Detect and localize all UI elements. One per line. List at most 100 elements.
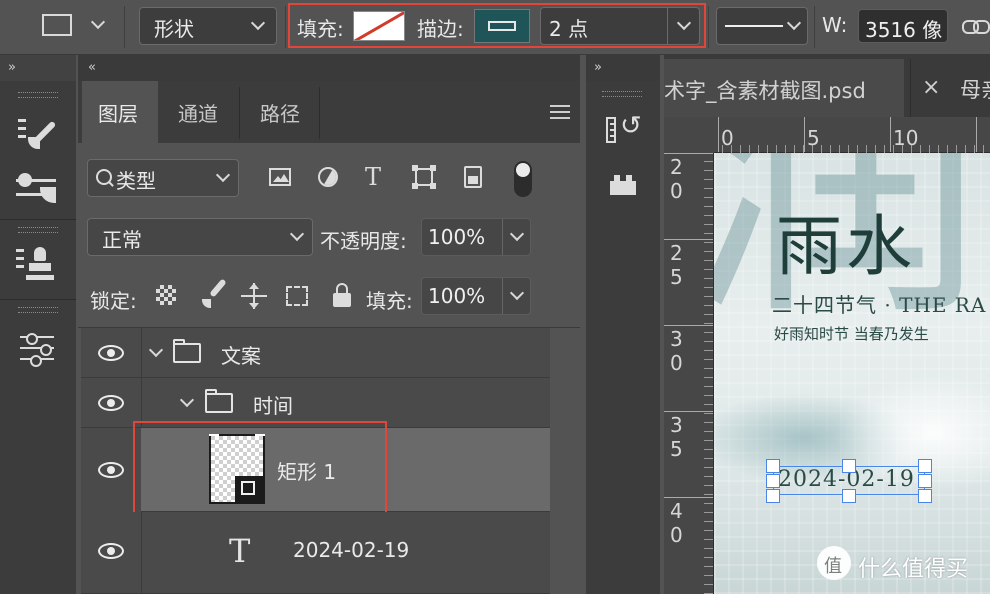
- chevron-down-icon: [215, 167, 231, 183]
- filter-kind-value: 类型: [116, 169, 156, 193]
- ruler-label: 0: [721, 126, 734, 150]
- highlight-fill-stroke: [288, 3, 706, 48]
- lock-position-icon[interactable]: [241, 283, 267, 309]
- tab-layers[interactable]: 图层: [82, 81, 158, 143]
- tab-paths[interactable]: 路径: [240, 81, 318, 143]
- watermark-text: 什么值得买: [858, 557, 969, 582]
- clone-source-icon[interactable]: [16, 247, 58, 285]
- lock-image-icon[interactable]: [200, 278, 227, 309]
- folder-icon: [173, 339, 201, 363]
- search-handle: [108, 181, 114, 187]
- rectangle-tool-icon: [42, 14, 72, 36]
- history-icon[interactable]: ↺: [606, 111, 642, 145]
- ruler-label: 40: [670, 499, 683, 547]
- opacity-label: 不透明度:: [320, 229, 407, 253]
- visibility-eye-icon[interactable]: [98, 345, 124, 361]
- canvas-poem: 好雨知时节 当春乃发生: [774, 325, 929, 343]
- transform-handle[interactable]: [842, 489, 856, 503]
- fill-opacity-value: 100%: [428, 284, 486, 308]
- chevron-down-icon: [509, 285, 525, 301]
- ruler-label: 10: [893, 126, 919, 150]
- doc-tab-title: 术字_含素材截图.psd: [664, 79, 866, 103]
- right-collapsed-panel: » ↺: [586, 55, 660, 594]
- left-ruler[interactable]: 20 25 30 35 40: [664, 153, 714, 594]
- layer-row-text-date[interactable]: T 2024-02-19: [81, 512, 550, 594]
- watermark-glyph: 值: [824, 556, 842, 577]
- opacity-input[interactable]: 100%: [421, 218, 531, 256]
- chevron-down-icon: [786, 15, 802, 31]
- close-tab-icon[interactable]: ×: [922, 75, 940, 100]
- visibility-eye-icon[interactable]: [98, 395, 124, 411]
- expand-panel-icon[interactable]: »: [594, 60, 602, 75]
- filter-pixel-icon[interactable]: [269, 168, 291, 186]
- transform-handle[interactable]: [918, 474, 932, 488]
- fill-opacity-input[interactable]: 100%: [421, 277, 531, 315]
- canvas-title: 雨水: [776, 208, 916, 285]
- visibility-eye-icon[interactable]: [98, 462, 124, 478]
- transform-handle[interactable]: [842, 459, 856, 473]
- document-canvas[interactable]: 润 雨水 二十四节气 · THE RA 好雨知时节 当春乃发生 2024-02-…: [714, 153, 990, 594]
- doc-tab-title-2[interactable]: 母亲: [960, 74, 990, 104]
- filter-type-icon[interactable]: T: [365, 163, 381, 191]
- tab-channels[interactable]: 通道: [160, 81, 238, 143]
- lock-transparent-icon[interactable]: [156, 285, 176, 305]
- transform-handle[interactable]: [918, 459, 932, 473]
- folder-icon: [205, 389, 233, 413]
- width-value: 3516 像: [865, 18, 943, 42]
- ruler-corner: [664, 117, 714, 153]
- panel-menu-icon[interactable]: [550, 105, 570, 119]
- brush-settings-icon[interactable]: [18, 115, 60, 149]
- collapse-panel-icon[interactable]: «: [88, 60, 96, 75]
- blend-mode-value: 正常: [102, 228, 142, 252]
- highlight-selected-layer: [133, 421, 387, 517]
- transform-handle[interactable]: [766, 474, 780, 488]
- brush-presets-icon[interactable]: [16, 169, 60, 205]
- left-collapsed-panel: »: [0, 55, 76, 594]
- layer-name: 2024-02-19: [293, 538, 410, 562]
- layer-name: 时间: [253, 394, 293, 418]
- chevron-down-icon: [509, 226, 525, 242]
- tool-preset-picker[interactable]: [38, 11, 118, 41]
- adjustments-icon[interactable]: [20, 333, 56, 367]
- filter-shape-icon[interactable]: [412, 165, 436, 189]
- link-icon[interactable]: [962, 16, 990, 36]
- shape-mode-select[interactable]: 形状: [139, 7, 277, 45]
- expand-panel-icon[interactable]: »: [8, 60, 16, 75]
- blend-mode-select[interactable]: 正常: [87, 218, 313, 256]
- options-bar: 形状 填充: 描边: 2 点 W: 3516 像: [0, 0, 990, 55]
- filter-kind-select[interactable]: 类型: [87, 159, 239, 197]
- top-ruler[interactable]: 0 5 10: [714, 117, 990, 153]
- chevron-down-icon: [250, 15, 266, 31]
- lock-artboard-icon[interactable]: [286, 286, 308, 306]
- plugins-icon[interactable]: [610, 175, 636, 195]
- tab-paths-label: 路径: [260, 102, 300, 126]
- filter-smart-object-icon[interactable]: [464, 166, 482, 188]
- chevron-down-icon[interactable]: [179, 392, 195, 408]
- doc-tab-active[interactable]: 术字_含素材截图.psd: [664, 59, 904, 117]
- layer-row-group-wenan[interactable]: 文案: [81, 328, 550, 378]
- ruler-label: 20: [670, 155, 683, 203]
- chevron-down-icon: [90, 14, 106, 30]
- stroke-type-select[interactable]: [716, 7, 808, 45]
- canvas-subtitle: 二十四节气 · THE RA: [772, 293, 987, 317]
- chevron-down-icon[interactable]: [148, 342, 164, 358]
- filter-toggle[interactable]: [514, 161, 532, 197]
- ruler-label: 25: [670, 241, 683, 289]
- visibility-eye-icon[interactable]: [98, 543, 124, 559]
- transform-handle[interactable]: [766, 489, 780, 503]
- filter-adjustment-icon[interactable]: [318, 167, 338, 187]
- fill-opacity-label: 填充:: [366, 289, 413, 313]
- document-tabs-bar: 术字_含素材截图.psd × 母亲: [664, 55, 990, 117]
- transform-handle[interactable]: [766, 459, 780, 473]
- width-input[interactable]: 3516 像: [858, 9, 948, 43]
- watermark-badge-icon: 值: [817, 546, 851, 580]
- opacity-value: 100%: [428, 225, 486, 249]
- lock-all-icon[interactable]: [333, 283, 351, 307]
- lock-label: 锁定:: [90, 289, 137, 313]
- tab-layers-label: 图层: [98, 102, 138, 126]
- width-label: W:: [822, 13, 848, 37]
- transform-handle[interactable]: [918, 489, 932, 503]
- chevron-down-icon: [289, 226, 305, 242]
- ruler-label: 5: [807, 126, 820, 150]
- ruler-label: 30: [670, 327, 683, 375]
